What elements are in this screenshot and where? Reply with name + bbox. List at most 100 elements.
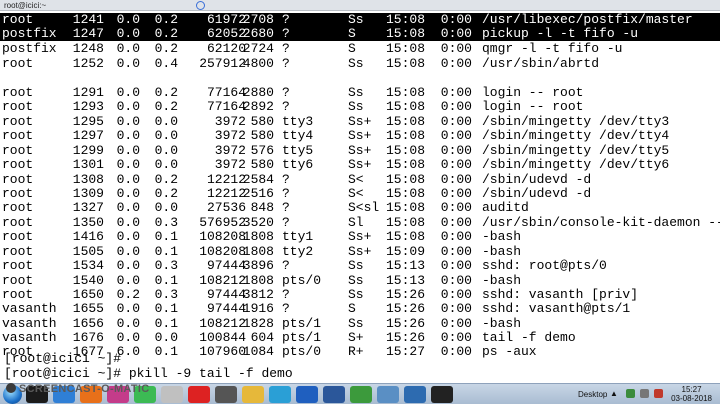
process-pid: 1248 (72, 41, 104, 56)
process-time: 0:00 (440, 128, 472, 143)
process-user: vasanth (2, 316, 57, 331)
process-time: 0:00 (440, 99, 472, 114)
process-time: 0:00 (440, 301, 472, 316)
tray-expand-icon[interactable]: ▲ (610, 389, 618, 398)
process-pid: 1247 (72, 26, 104, 41)
process-pid: 1299 (72, 143, 104, 158)
explorer-icon[interactable] (269, 386, 291, 403)
process-vsz: 27536 (206, 200, 246, 215)
terminal-icon[interactable] (431, 386, 453, 403)
process-command: -bash (482, 229, 522, 244)
process-tty: ? (282, 56, 290, 71)
process-cpu: 0.0 (116, 157, 140, 172)
shell-prompt-line[interactable]: [root@icici ~]# pkill -9 tail -f demo (0, 367, 720, 381)
process-pid: 1650 (72, 287, 104, 302)
process-mem: 0.1 (154, 244, 178, 259)
process-user: root (2, 12, 34, 27)
process-row: root 1293 0.0 0.2 77164 2892? Ss 15:08 0:00 login… (0, 100, 720, 114)
process-time: 0:00 (440, 215, 472, 230)
process-pid: 1534 (72, 258, 104, 273)
process-time: 0:00 (440, 244, 472, 259)
screencast-watermark: SCREENCAST-O-MATIC (6, 383, 149, 395)
process-start: 15:08 (386, 56, 426, 71)
torrent-icon[interactable] (350, 386, 372, 403)
process-row: root 1252 0.0 0.4 257912 4800? Ss 15:08 0:00/usr… (0, 57, 720, 71)
process-command: auditd (482, 200, 529, 215)
process-vsz: 61972 (206, 12, 246, 27)
remote-icon[interactable] (188, 386, 210, 403)
process-rss: 2584 (242, 172, 274, 187)
virtualbox-icon[interactable] (404, 386, 426, 403)
process-vsz: 108208 (199, 229, 246, 244)
process-command: sshd: vasanth@pts/1 (482, 301, 631, 316)
process-command: -bash (482, 244, 522, 259)
process-tty: pts/1 (282, 316, 322, 331)
process-user: root (2, 128, 34, 143)
process-mem: 0.0 (154, 157, 178, 172)
process-tty: ? (282, 287, 290, 302)
process-stat: Ss (348, 316, 364, 331)
process-user: root (2, 85, 34, 100)
process-rss: 576 (250, 143, 274, 158)
window-titlebar[interactable]: root@icici:~ (0, 0, 720, 11)
process-cpu: 0.0 (116, 301, 140, 316)
taskbar-clock[interactable]: 15:27 03-08-2018 (671, 385, 712, 403)
volume-icon[interactable] (640, 389, 649, 398)
process-vsz: 97444 (206, 301, 246, 316)
process-mem: 0.2 (154, 99, 178, 114)
process-pid: 1241 (72, 12, 104, 27)
process-row: root 1416 0.0 0.1 108208 1808 tty1 Ss+ 15:08 0:00… (0, 230, 720, 244)
process-rss: 2516 (242, 186, 274, 201)
player-icon[interactable] (242, 386, 264, 403)
process-vsz: 77164 (206, 85, 246, 100)
process-user: root (2, 229, 34, 244)
vmware-icon[interactable] (377, 386, 399, 403)
process-pid: 1293 (72, 99, 104, 114)
process-stat: Ss+ (348, 128, 372, 143)
process-start: 15:26 (386, 301, 426, 316)
process-user: root (2, 99, 34, 114)
process-time: 0:00 (440, 316, 472, 331)
process-user: root (2, 287, 34, 302)
process-stat: S< (348, 186, 364, 201)
media-icon[interactable] (161, 386, 183, 403)
process-row: postfix 1247 0.0 0.2 62052 2680? S 15:08 0:00 pic… (0, 27, 720, 41)
prompt-text: [root@icici ~]# (4, 351, 122, 366)
process-pid: 1505 (72, 244, 104, 259)
process-time: 0:00 (440, 172, 472, 187)
process-cpu: 0.0 (116, 26, 140, 41)
process-vsz: 3972 (214, 128, 246, 143)
process-tty: tty4 (282, 128, 314, 143)
process-row: root 1505 0.0 0.1 108208 1808 tty2 Ss+ 15:09 0:00… (0, 245, 720, 259)
desktop-toolbar-label[interactable]: Desktop (578, 390, 607, 399)
process-tty: ? (282, 215, 290, 230)
process-row: root 1309 0.0 0.2 12212 2516? S< 15:08 0:00/sbin… (0, 187, 720, 201)
process-vsz: 97444 (206, 258, 246, 273)
folder-icon[interactable] (215, 386, 237, 403)
process-command: /sbin/mingetty /dev/tty5 (482, 143, 670, 158)
process-pid: 1291 (72, 85, 104, 100)
shell-prompt-line[interactable]: [root@icici ~]# (0, 352, 720, 366)
process-vsz: 62052 (206, 26, 246, 41)
process-mem: 0.2 (154, 172, 178, 187)
process-vsz: 3972 (214, 157, 246, 172)
process-rss: 3812 (242, 287, 274, 302)
process-pid: 1540 (72, 273, 104, 288)
process-rss: 1828 (242, 316, 274, 331)
flag-icon[interactable] (654, 389, 663, 398)
process-tty: ? (282, 258, 290, 273)
process-tty: ? (282, 12, 290, 27)
process-mem: 0.3 (154, 258, 178, 273)
process-cpu: 0.0 (116, 215, 140, 230)
process-cpu: 0.0 (116, 41, 140, 56)
network-icon[interactable] (626, 389, 635, 398)
process-rss: 2724 (242, 41, 274, 56)
process-start: 15:08 (386, 12, 426, 27)
outlook-icon[interactable] (296, 386, 318, 403)
process-cpu: 0.0 (116, 316, 140, 331)
process-row: root 1540 0.0 0.1 108212 1808 pts/0 Ss 15:13 0:00… (0, 274, 720, 288)
word-icon[interactable] (323, 386, 345, 403)
process-mem: 0.1 (154, 301, 178, 316)
terminal-output[interactable]: root 1241 0.0 0.2 61972 2708? Ss 15:08 0:00/usr/… (0, 11, 720, 383)
process-cpu: 0.2 (116, 287, 140, 302)
